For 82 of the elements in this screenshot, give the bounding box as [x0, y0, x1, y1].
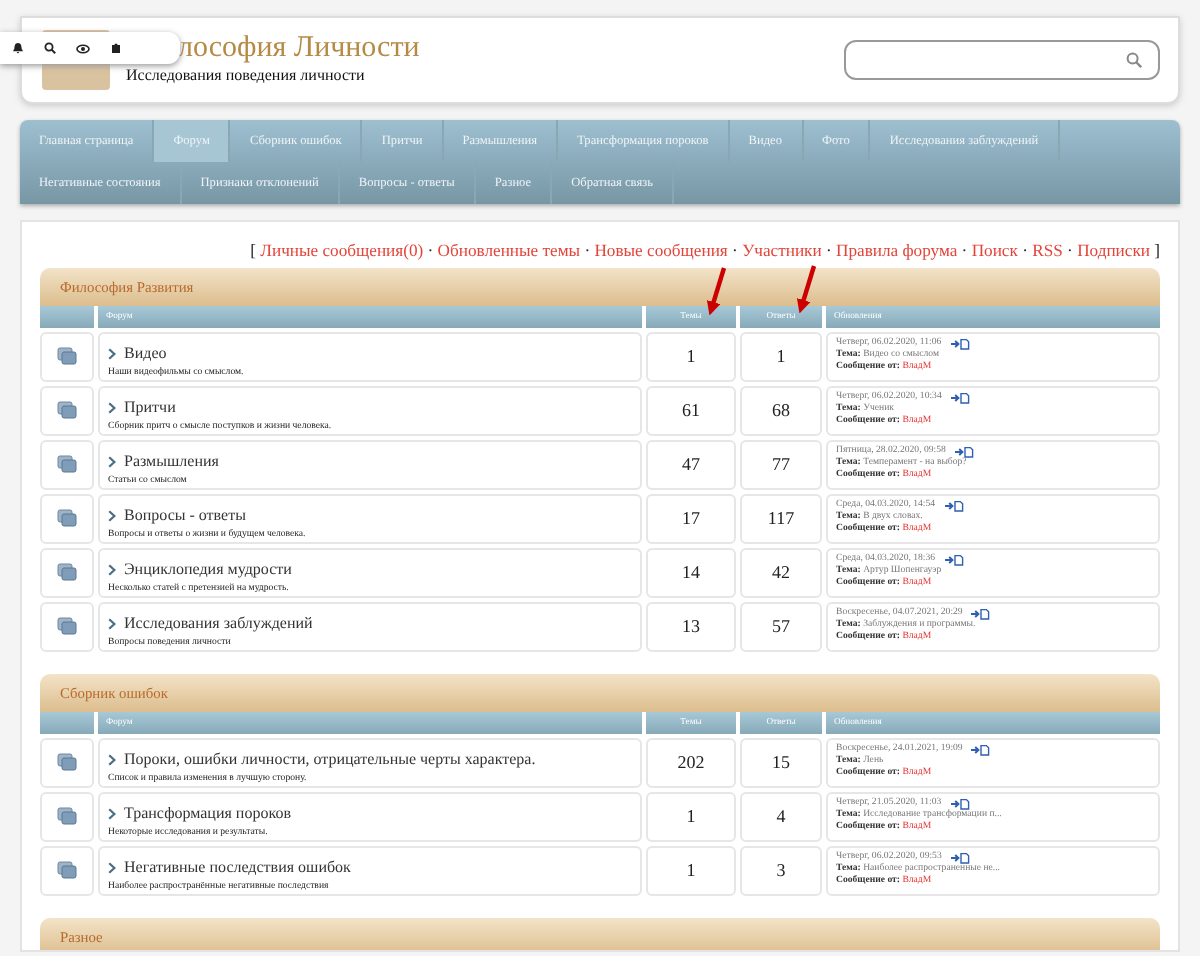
topic-count: 47 — [646, 439, 736, 490]
separator: · — [425, 240, 436, 260]
separator: · — [1065, 240, 1075, 260]
column-header — [40, 711, 94, 734]
topic-count: 13 — [646, 601, 736, 652]
forum-link[interactable]: Негативные последствия ошибок — [124, 855, 351, 880]
forum-icon — [56, 454, 78, 475]
quick-link[interactable]: Подписки — [1077, 240, 1150, 260]
reply-count: 77 — [740, 439, 822, 490]
chevron-icon — [108, 861, 116, 874]
go-to-post-icon[interactable] — [949, 391, 970, 404]
topic-count: 202 — [646, 737, 736, 788]
bell-icon[interactable] — [12, 42, 24, 54]
bracket: [ — [250, 240, 259, 260]
forum-link[interactable]: Притчи — [124, 395, 176, 420]
reply-count: 15 — [740, 737, 822, 788]
reply-count: 4 — [740, 791, 822, 842]
search-field[interactable] — [844, 40, 1160, 80]
go-to-post-icon[interactable] — [949, 851, 970, 864]
annotation-arrow — [792, 264, 820, 318]
forum-icon — [56, 562, 78, 583]
separator: · — [582, 240, 593, 260]
go-to-post-icon[interactable] — [943, 499, 964, 512]
annotation-arrow — [702, 266, 730, 320]
quick-link[interactable]: Личные сообщения(0) — [260, 240, 424, 260]
topic-count: 1 — [646, 791, 736, 842]
forum-link[interactable]: Пороки, ошибки личности, отрицательные черты характера. — [124, 747, 536, 772]
chevron-icon — [108, 455, 116, 468]
reply-count: 57 — [740, 601, 822, 652]
topic-count: 1 — [646, 331, 736, 382]
column-header — [40, 305, 94, 328]
topic-count: 61 — [646, 385, 736, 436]
forum-icon — [56, 616, 78, 637]
quick-link[interactable]: Участники — [742, 240, 822, 260]
chevron-icon — [108, 753, 116, 766]
reply-count: 3 — [740, 845, 822, 896]
forum-link[interactable]: Трансформация пороков — [124, 801, 291, 826]
search-icon[interactable] — [44, 42, 56, 54]
forum-link[interactable]: Энциклопедия мудрости — [124, 557, 292, 582]
chevron-icon — [108, 563, 116, 576]
reply-count: 42 — [740, 547, 822, 598]
chevron-icon — [108, 401, 116, 414]
chevron-icon — [108, 509, 116, 522]
topic-count: 14 — [646, 547, 736, 598]
reply-count: 117 — [740, 493, 822, 544]
separator: · — [730, 240, 740, 260]
eye-icon[interactable] — [76, 43, 90, 53]
forum-link[interactable]: Исследования заблуждений — [124, 611, 313, 636]
topic-count: 17 — [646, 493, 736, 544]
go-to-post-icon[interactable] — [970, 743, 991, 756]
forum-link[interactable]: Вопросы - ответы — [124, 503, 246, 528]
separator: · — [823, 240, 834, 260]
forum-link[interactable]: Размышления — [124, 449, 219, 474]
reply-count: 1 — [740, 331, 822, 382]
reply-count: 68 — [740, 385, 822, 436]
search-icon — [1126, 52, 1142, 68]
forum-icon — [56, 400, 78, 421]
forum-icon — [56, 346, 78, 367]
forum-icon — [56, 806, 78, 827]
site-subtitle: Исследования поведения личности — [126, 64, 367, 88]
forum-icon — [56, 860, 78, 881]
chevron-icon — [108, 347, 116, 360]
separator: · — [959, 240, 970, 260]
forum-icon — [56, 508, 78, 529]
separator: · — [1020, 240, 1030, 260]
forum-link[interactable]: Видео — [124, 341, 167, 366]
bracket: ] — [1152, 240, 1160, 260]
go-to-post-icon[interactable] — [949, 337, 970, 350]
go-to-post-icon[interactable] — [943, 553, 964, 566]
go-to-post-icon[interactable] — [949, 797, 970, 810]
chevron-icon — [108, 807, 116, 820]
topic-count: 1 — [646, 845, 736, 896]
site-title: лософия Личности — [178, 32, 422, 64]
forum-icon — [56, 752, 78, 773]
quick-link[interactable]: Правила форума — [836, 240, 958, 260]
go-to-post-icon[interactable] — [953, 445, 974, 458]
chevron-icon — [108, 617, 116, 630]
quick-link[interactable]: Поиск — [971, 240, 1018, 260]
go-to-post-icon[interactable] — [970, 607, 991, 620]
quick-link[interactable]: RSS — [1032, 240, 1063, 260]
quick-link[interactable]: Новые сообщения — [594, 240, 728, 260]
quick-link[interactable]: Обновленные темы — [437, 240, 581, 260]
